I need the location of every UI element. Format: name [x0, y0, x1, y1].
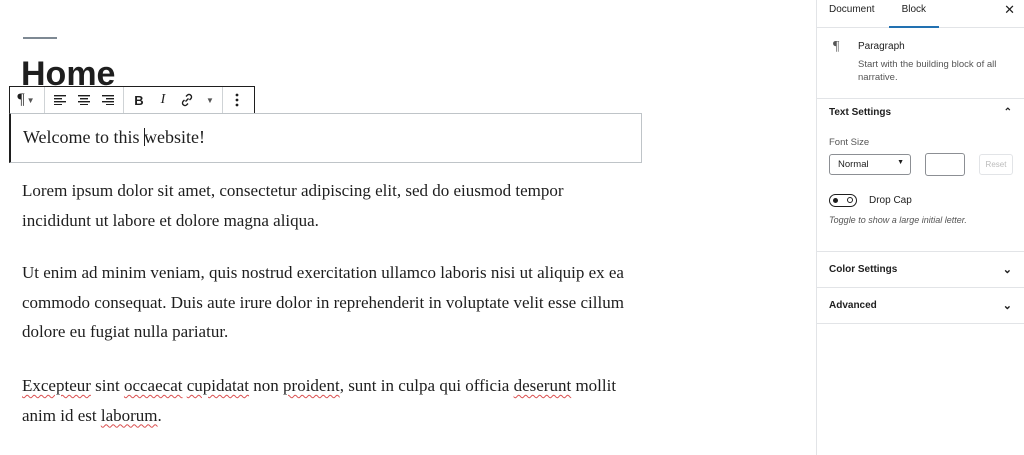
- font-size-label: Font Size: [829, 137, 870, 148]
- chevron-down-icon: ⌄: [1002, 264, 1012, 276]
- italic-button[interactable]: I: [151, 87, 175, 113]
- tab-block[interactable]: Block: [888, 0, 940, 28]
- title-divider: [23, 37, 57, 39]
- panel-title: Color Settings: [829, 264, 898, 275]
- text-after-cursor: website!: [144, 127, 206, 147]
- reset-button[interactable]: Reset: [979, 154, 1013, 175]
- block-type-switcher[interactable]: ¶ ▼: [12, 87, 40, 113]
- block-toolbar: ¶ ▼ B I ▼: [9, 86, 255, 113]
- chevron-down-icon: ▼: [206, 95, 214, 105]
- editor-canvas: Home ¶ ▼ B I ▼ Welcome to this website! …: [0, 0, 816, 455]
- align-center-button[interactable]: [72, 87, 96, 113]
- align-left-button[interactable]: [48, 87, 72, 113]
- misspelled-word: laborum: [100, 405, 158, 425]
- toggle-off-indicator: [847, 197, 853, 203]
- block-card: ¶ Paragraph Start with the building bloc…: [817, 28, 1024, 99]
- selected-paragraph-block[interactable]: Welcome to this website!: [9, 113, 642, 163]
- tab-document[interactable]: Document: [817, 0, 889, 26]
- paragraph-text: non: [249, 376, 284, 395]
- block-name: Paragraph: [858, 41, 905, 52]
- text-settings-panel: Text Settings ⌃ Font Size Normal ▼ Reset…: [817, 99, 1024, 252]
- paragraph-icon: ¶: [833, 39, 840, 54]
- font-size-value: Normal: [838, 159, 869, 170]
- custom-font-size-input[interactable]: [925, 153, 965, 176]
- chevron-down-icon: ⌄: [1002, 300, 1012, 312]
- close-icon[interactable]: ✕: [1004, 2, 1015, 18]
- chevron-down-icon: ▼: [26, 95, 35, 105]
- paragraph-text: .: [157, 405, 162, 425]
- panel-title: Text Settings: [829, 107, 892, 118]
- misspelled-word: proident: [283, 376, 340, 395]
- drop-cap-help: Toggle to show a large initial letter.: [829, 215, 967, 225]
- color-settings-panel[interactable]: Color Settings ⌄: [817, 252, 1024, 288]
- paragraph-block[interactable]: Excepteur sint occaecat cupidatat non pr…: [22, 371, 632, 430]
- misspelled-word: Excepteur: [22, 376, 91, 395]
- bold-icon: B: [134, 92, 144, 108]
- chevron-down-icon: ▼: [897, 159, 904, 166]
- align-left-icon: [54, 95, 66, 105]
- italic-icon: I: [160, 92, 166, 107]
- panel-title: Advanced: [829, 300, 877, 311]
- misspelled-word: deserunt: [513, 376, 572, 395]
- misspelled-word: occaecat: [123, 376, 183, 395]
- link-button[interactable]: [175, 87, 199, 113]
- settings-sidebar: Document Block ✕ ¶ Paragraph Start with …: [816, 0, 1024, 455]
- bold-button[interactable]: B: [127, 87, 151, 113]
- align-right-button[interactable]: [96, 87, 120, 113]
- text-before-cursor: Welcome to this: [23, 127, 145, 147]
- drop-cap-label: Drop Cap: [869, 195, 912, 206]
- drop-cap-toggle[interactable]: [829, 194, 857, 207]
- more-options-icon: [235, 93, 239, 107]
- paragraph-text: , sunt in culpa qui officia: [339, 376, 514, 395]
- link-icon: [181, 93, 193, 107]
- font-size-select[interactable]: Normal ▼: [829, 154, 911, 175]
- misspelled-word: cupidatat: [186, 376, 250, 395]
- paragraph-block[interactable]: Lorem ipsum dolor sit amet, consectetur …: [22, 176, 632, 235]
- more-options-button[interactable]: [225, 87, 249, 113]
- block-description: Start with the building block of all nar…: [858, 59, 997, 83]
- align-center-icon: [78, 95, 90, 105]
- paragraph-block[interactable]: Ut enim ad minim veniam, quis nostrud ex…: [22, 258, 632, 347]
- sidebar-tabs: Document Block ✕: [817, 0, 1024, 28]
- text-settings-header[interactable]: Text Settings ⌃: [829, 107, 1012, 118]
- chevron-up-icon: ⌃: [1003, 107, 1012, 118]
- paragraph-icon: ¶: [17, 91, 25, 108]
- toggle-knob: [833, 197, 838, 203]
- more-formats-button[interactable]: ▼: [199, 87, 219, 113]
- paragraph-text: sint: [90, 376, 124, 395]
- advanced-panel[interactable]: Advanced ⌄: [817, 288, 1024, 324]
- paragraph-text[interactable]: Welcome to this website!: [23, 127, 205, 148]
- align-right-icon: [102, 95, 114, 105]
